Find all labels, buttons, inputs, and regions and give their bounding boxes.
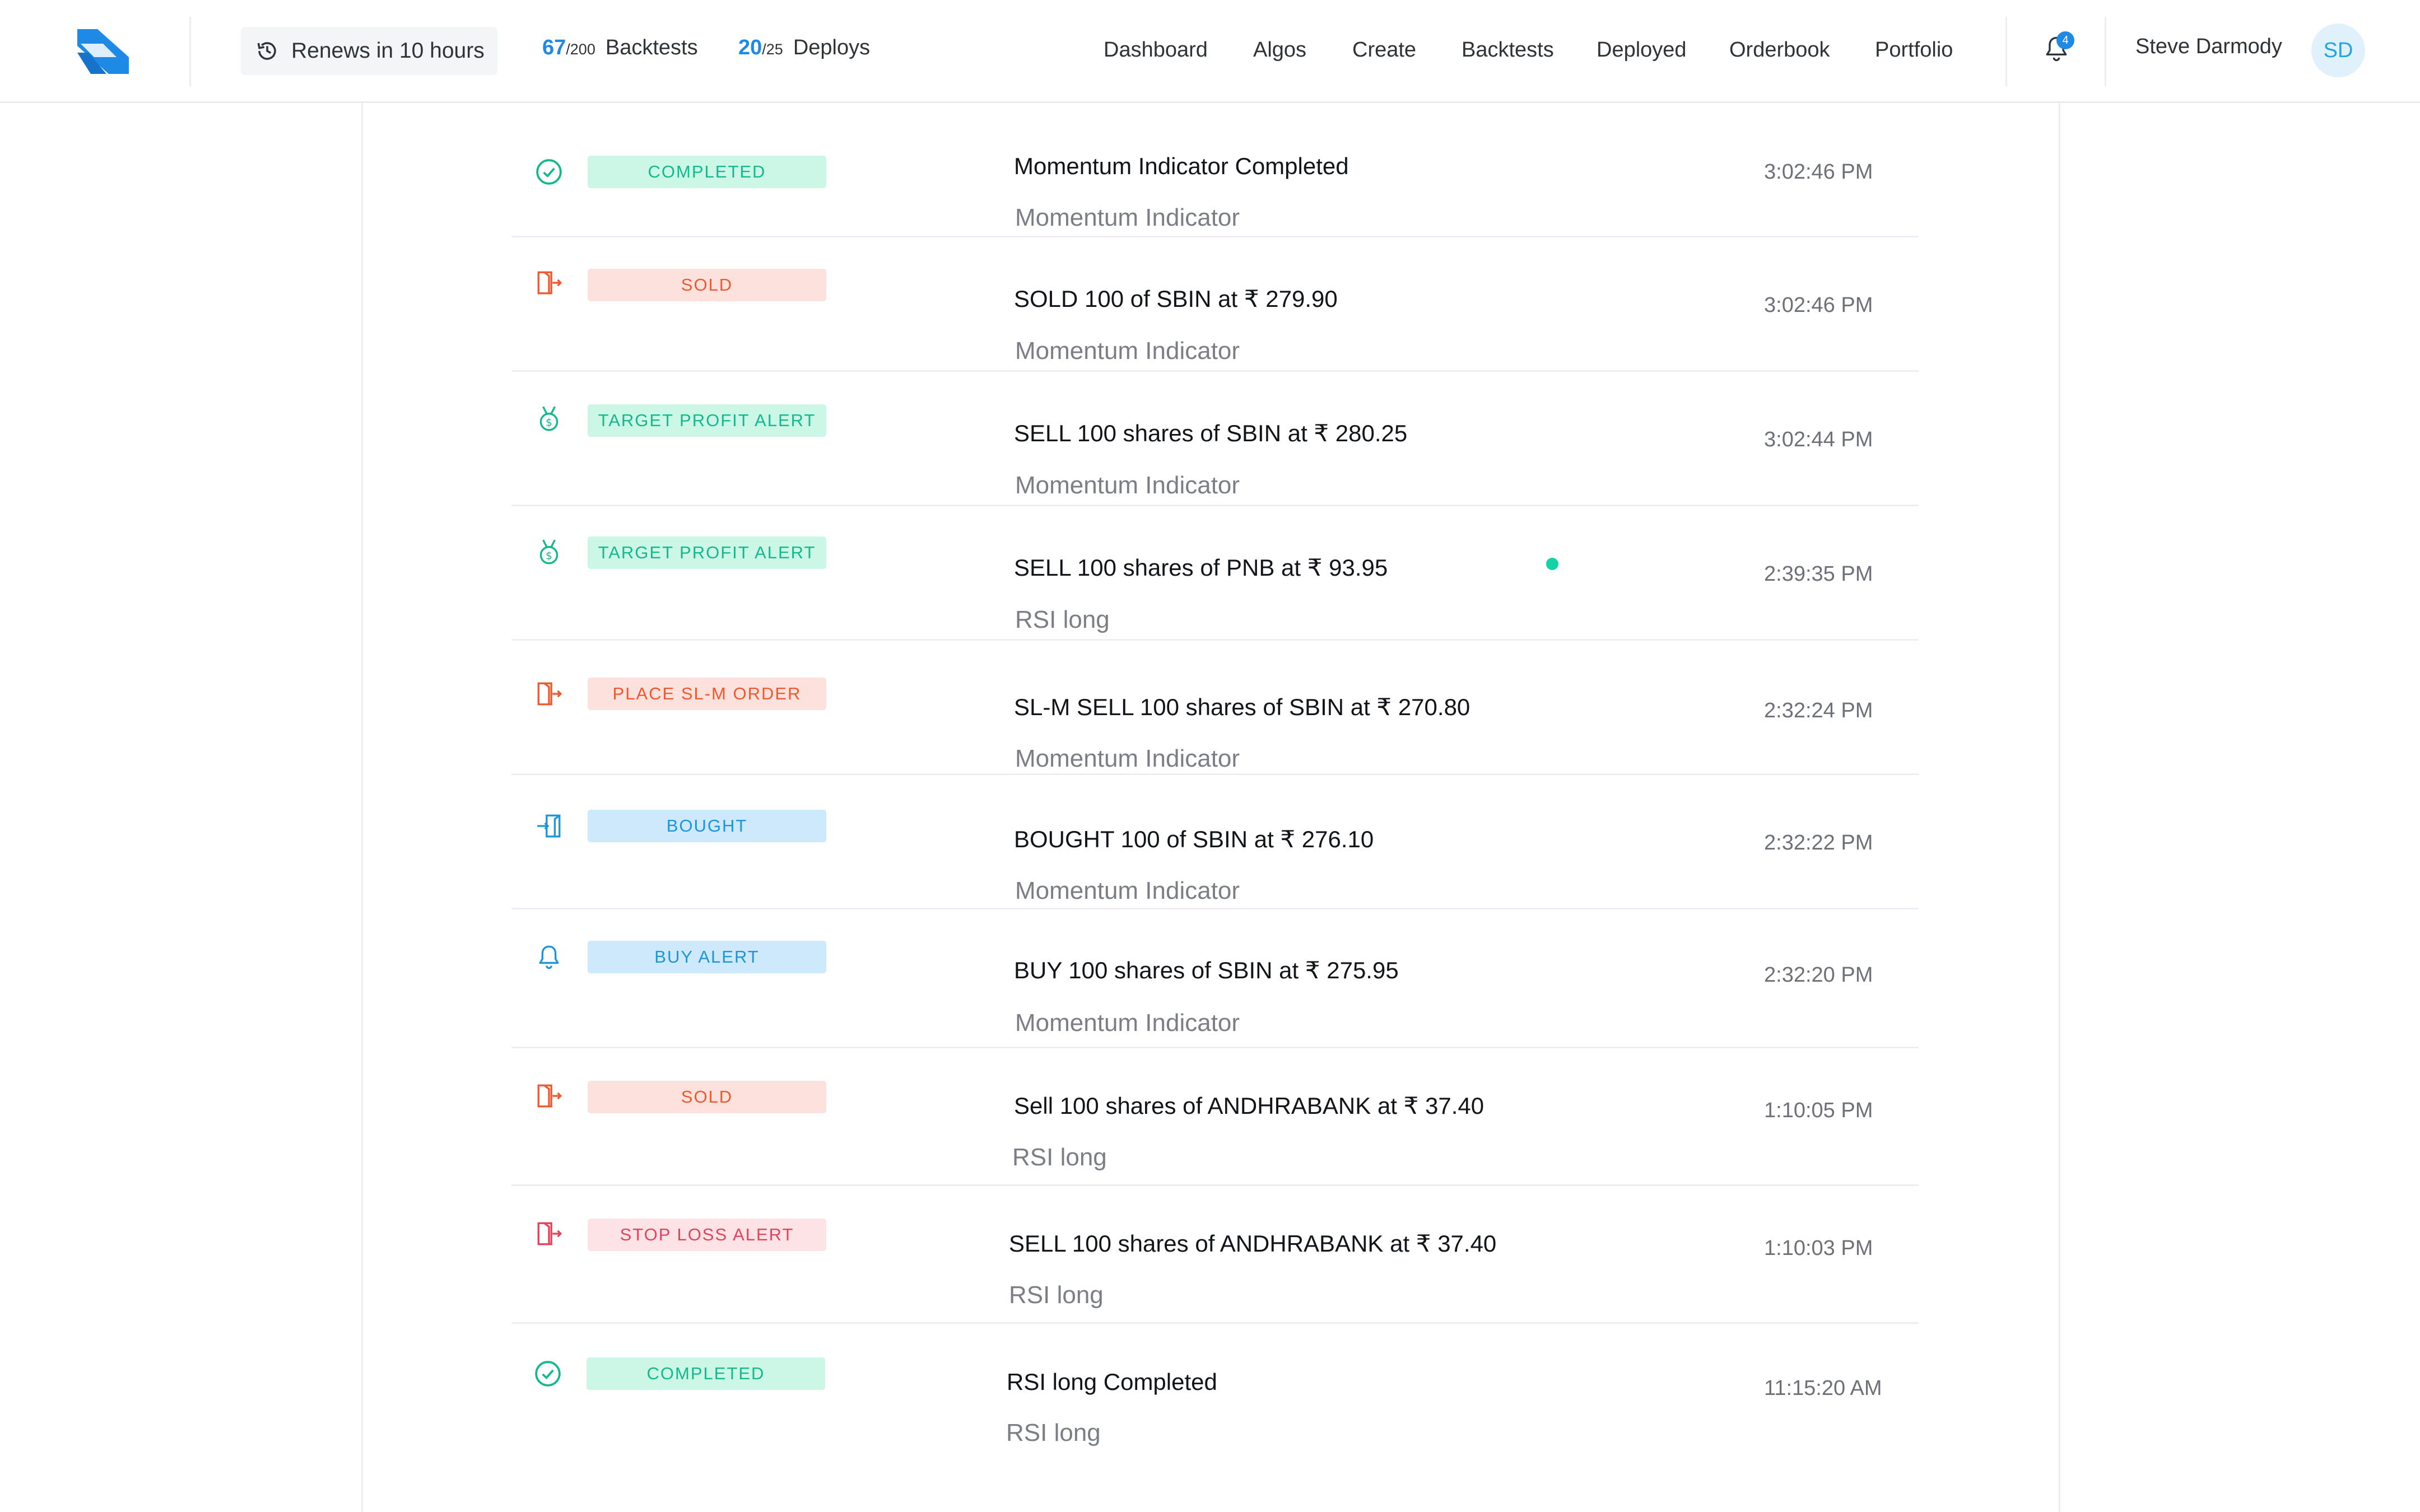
strategy-name: Momentum Indicator: [1015, 1009, 1240, 1037]
strategy-name: Momentum Indicator: [1015, 745, 1240, 772]
event-title: Momentum Indicator Completed: [1014, 153, 1349, 179]
event-time: 2:39:35 PM: [1764, 562, 1873, 586]
svg-text:$: $: [546, 417, 552, 429]
user-name[interactable]: Steve Darmody: [2135, 35, 2282, 59]
header-divider: [189, 17, 191, 86]
strategy-name: RSI long: [1006, 1419, 1101, 1446]
backtests-used: 67: [542, 36, 566, 59]
medal-icon: $: [539, 539, 559, 564]
list-item[interactable]: $ TARGET PROFIT ALERT SELL 100 shares of…: [511, 372, 1919, 506]
event-time: 2:32:20 PM: [1764, 963, 1873, 987]
list-item[interactable]: COMPLETED Momentum Indicator Completed M…: [511, 103, 1919, 237]
app-logo-icon[interactable]: [77, 29, 129, 74]
renewal-badge[interactable]: Renews in 10 hours: [241, 27, 497, 75]
event-title: BUY 100 shares of SBIN at ₹ 275.95: [1014, 957, 1399, 983]
list-item[interactable]: BUY ALERT BUY 100 shares of SBIN at ₹ 27…: [511, 909, 1919, 1048]
unread-indicator: [1546, 558, 1558, 570]
deploys-quota[interactable]: 20 /25 Deploys: [738, 36, 870, 60]
event-title: SL-M SELL 100 shares of SBIN at ₹ 270.80: [1014, 694, 1470, 720]
event-title: SOLD 100 of SBIN at ₹ 279.90: [1014, 286, 1338, 312]
deploys-used: 20: [738, 36, 762, 59]
nav-algos[interactable]: Algos: [1253, 38, 1306, 62]
deploys-max: /25: [762, 41, 783, 58]
nav-portfolio[interactable]: Portfolio: [1875, 38, 1953, 62]
list-item[interactable]: $ TARGET PROFIT ALERT SELL 100 shares of…: [511, 506, 1919, 641]
deploys-label: Deploys: [793, 36, 871, 59]
event-time: 3:02:44 PM: [1764, 428, 1873, 451]
exit-door-icon: [537, 271, 562, 295]
list-item[interactable]: STOP LOSS ALERT SELL 100 shares of ANDHR…: [511, 1186, 1919, 1324]
list-item[interactable]: PLACE SL-M ORDER SL-M SELL 100 shares of…: [511, 641, 1919, 775]
bell-icon: [539, 945, 559, 969]
exit-door-icon: [537, 1084, 562, 1108]
header-divider: [2005, 17, 2007, 86]
status-badge: TARGET PROFIT ALERT: [588, 536, 826, 569]
event-time: 11:15:20 AM: [1764, 1376, 1882, 1400]
event-title: Sell 100 shares of ANDHRABANK at ₹ 37.40: [1014, 1093, 1484, 1119]
check-circle-icon: [536, 159, 562, 185]
strategy-name: Momentum Indicator: [1015, 472, 1240, 499]
history-icon: [257, 42, 276, 60]
event-time: 2:32:22 PM: [1764, 831, 1873, 855]
event-title: SELL 100 shares of PNB at ₹ 93.95: [1014, 554, 1388, 581]
status-badge: PLACE SL-M ORDER: [588, 678, 826, 710]
backtests-max: /200: [566, 41, 595, 58]
nav-create[interactable]: Create: [1352, 38, 1416, 62]
nav-backtests[interactable]: Backtests: [1462, 38, 1554, 62]
status-badge: SOLD: [588, 269, 826, 301]
top-navbar: Renews in 10 hours 67 /200 Backtests 20 …: [0, 0, 2420, 103]
exit-door-icon: [537, 1222, 562, 1245]
event-title: RSI long Completed: [1007, 1369, 1217, 1395]
event-title: SELL 100 shares of ANDHRABANK at ₹ 37.40: [1009, 1230, 1497, 1257]
event-time: 3:02:46 PM: [1764, 160, 1873, 184]
nav-orderbook[interactable]: Orderbook: [1729, 38, 1830, 62]
exit-door-icon: [537, 682, 562, 706]
status-badge: COMPLETED: [588, 156, 826, 188]
status-badge: COMPLETED: [587, 1357, 825, 1390]
status-badge: BUY ALERT: [588, 941, 826, 973]
list-item[interactable]: BOUGHT BOUGHT 100 of SBIN at ₹ 276.10 Mo…: [511, 775, 1919, 909]
renewal-label: Renews in 10 hours: [291, 39, 485, 63]
list-item[interactable]: COMPLETED RSI long Completed RSI long 11…: [511, 1324, 1919, 1458]
backtests-quota[interactable]: 67 /200 Backtests: [542, 36, 698, 60]
status-badge: TARGET PROFIT ALERT: [588, 404, 826, 437]
header-divider: [2105, 17, 2106, 86]
event-time: 2:32:24 PM: [1764, 699, 1873, 722]
activity-feed: COMPLETED Momentum Indicator Completed M…: [511, 103, 1919, 1458]
medal-icon: $: [539, 406, 559, 431]
avatar[interactable]: SD: [2311, 24, 2365, 77]
event-title: BOUGHT 100 of SBIN at ₹ 276.10: [1014, 826, 1374, 852]
event-time: 1:10:05 PM: [1764, 1099, 1873, 1122]
enter-door-icon: [537, 814, 561, 838]
strategy-name: RSI long: [1009, 1281, 1104, 1309]
list-item[interactable]: SOLD SOLD 100 of SBIN at ₹ 279.90 Moment…: [511, 237, 1919, 372]
notification-count-badge: 4: [2056, 31, 2074, 49]
event-title: SELL 100 shares of SBIN at ₹ 280.25: [1014, 420, 1408, 446]
status-badge: BOUGHT: [588, 810, 826, 842]
strategy-name: RSI long: [1015, 606, 1110, 633]
strategy-name: Momentum Indicator: [1015, 337, 1240, 365]
backtests-label: Backtests: [605, 36, 698, 59]
event-time: 3:02:46 PM: [1764, 293, 1873, 317]
panel-left-border: [361, 103, 363, 1512]
event-time: 1:10:03 PM: [1764, 1236, 1873, 1260]
nav-dashboard[interactable]: Dashboard: [1104, 38, 1208, 62]
strategy-name: Momentum Indicator: [1015, 204, 1240, 231]
check-circle-icon: [535, 1361, 561, 1387]
status-badge: SOLD: [588, 1081, 826, 1113]
strategy-name: RSI long: [1012, 1144, 1107, 1171]
list-item[interactable]: SOLD Sell 100 shares of ANDHRABANK at ₹ …: [511, 1048, 1919, 1186]
nav-deployed[interactable]: Deployed: [1597, 38, 1687, 62]
strategy-name: Momentum Indicator: [1015, 877, 1240, 904]
svg-text:$: $: [546, 550, 552, 562]
status-badge: STOP LOSS ALERT: [588, 1219, 826, 1251]
panel-right-border: [2059, 103, 2060, 1512]
